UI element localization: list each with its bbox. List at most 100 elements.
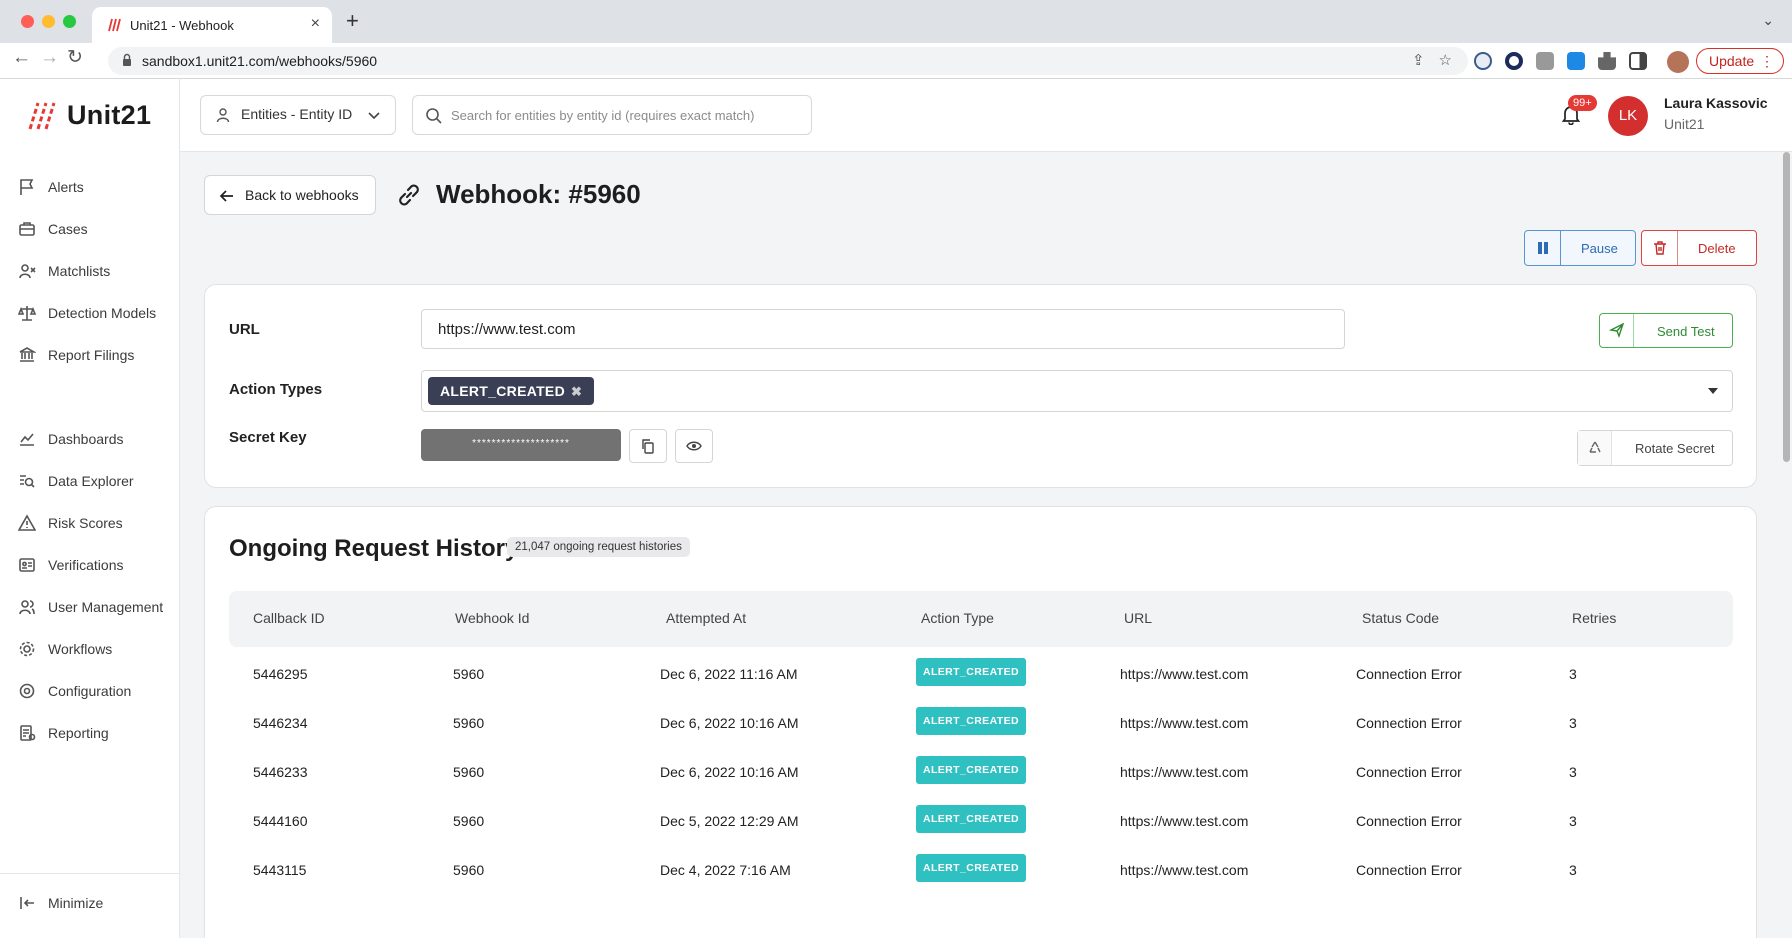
column-header[interactable]: Action Type	[921, 610, 994, 626]
table-row[interactable]: 5446233 5960 Dec 6, 2022 10:16 AM ALERT_…	[229, 745, 1733, 801]
extension-2-icon[interactable]	[1505, 52, 1523, 70]
entity-type-select[interactable]: Entities - Entity ID	[200, 95, 396, 135]
browser-tab[interactable]: Unit21 - Webhook ×	[92, 7, 332, 43]
sidebar-item-risk-scores[interactable]: Risk Scores	[18, 511, 123, 535]
url-field-label: URL	[229, 321, 260, 338]
window-zoom-button[interactable]	[63, 15, 76, 28]
sidebar-item-detection-models[interactable]: Detection Models	[18, 301, 156, 325]
workflow-gear-icon	[19, 641, 35, 657]
send-test-button[interactable]: Send Test	[1599, 313, 1733, 348]
collapse-left-icon	[20, 897, 34, 909]
url-cell: https://www.test.com	[1120, 813, 1249, 829]
sidebar-item-label: User Management	[48, 599, 164, 615]
pause-icon	[1538, 242, 1548, 254]
webhook-id-cell: 5960	[453, 862, 485, 878]
table-row[interactable]: 5443115 5960 Dec 4, 2022 7:16 AM ALERT_C…	[229, 843, 1733, 899]
sidebar-item-reporting[interactable]: Reporting	[18, 721, 109, 745]
column-header[interactable]: Webhook Id	[455, 610, 529, 626]
user-org: Unit21	[1664, 116, 1705, 132]
address-bar[interactable]: sandbox1.unit21.com/webhooks/5960 ⇪ ☆	[108, 47, 1468, 75]
bookmark-star-icon[interactable]: ☆	[1439, 51, 1452, 69]
window-minimize-button[interactable]	[42, 15, 55, 28]
sidebar-item-dashboards[interactable]: Dashboards	[18, 427, 124, 451]
back-to-webhooks-button[interactable]: Back to webhooks	[204, 175, 376, 215]
send-test-label: Send Test	[1657, 324, 1715, 339]
unit21-favicon-icon	[108, 18, 121, 32]
window-close-button[interactable]	[21, 15, 34, 28]
table-row[interactable]: 5446234 5960 Dec 6, 2022 10:16 AM ALERT_…	[229, 696, 1733, 752]
sidebar-item-label: Detection Models	[48, 305, 157, 321]
sidebar-item-configuration[interactable]: Configuration	[18, 679, 131, 703]
unit21-logo[interactable]: Unit21	[27, 99, 151, 131]
chip-remove-icon[interactable]: ✖	[571, 384, 582, 399]
chart-line-icon	[20, 433, 34, 446]
user-avatar[interactable]: LK	[1608, 96, 1648, 136]
sidebar-item-matchlists[interactable]: Matchlists	[18, 259, 110, 283]
action-type-chip: ALERT_CREATED ✖	[428, 377, 595, 405]
sidebar-item-label: Report Filings	[48, 347, 135, 363]
tab-title: Unit21 - Webhook	[130, 18, 234, 33]
search-icon	[426, 108, 442, 124]
flag-icon	[20, 179, 34, 195]
page-scrollbar[interactable]	[1780, 152, 1792, 938]
rotate-secret-button[interactable]: Rotate Secret	[1577, 430, 1733, 466]
browser-update-button[interactable]: Update ⋮	[1696, 48, 1784, 74]
copy-secret-button[interactable]	[629, 429, 667, 463]
sidebar-divider	[0, 873, 180, 874]
sidebar-item-report-filings[interactable]: Report Filings	[18, 343, 134, 367]
webhook-id-cell: 5960	[453, 813, 485, 829]
caret-down-icon[interactable]	[1708, 388, 1718, 394]
column-header[interactable]: Status Code	[1362, 610, 1439, 626]
notification-count-badge: 99+	[1568, 95, 1597, 111]
request-history-card: Ongoing Request History 21,047 ongoing r…	[204, 506, 1757, 938]
reload-icon[interactable]: ↻	[67, 48, 83, 67]
download-extension-icon[interactable]	[1567, 52, 1585, 70]
browser-profile-avatar[interactable]	[1667, 51, 1689, 73]
table-row[interactable]: 5444160 5960 Dec 5, 2022 12:29 AM ALERT_…	[229, 794, 1733, 850]
status-code-cell: Connection Error	[1356, 715, 1462, 731]
entity-search-input[interactable]	[451, 104, 801, 126]
tab-close-icon[interactable]: ×	[311, 15, 320, 33]
sidebar-item-user-management[interactable]: User Management	[18, 595, 163, 619]
action-type-badge: ALERT_CREATED	[916, 707, 1026, 735]
pause-button[interactable]: Pause	[1524, 230, 1636, 266]
retries-cell: 3	[1569, 813, 1577, 829]
url-cell: https://www.test.com	[1120, 715, 1249, 731]
callback-id-cell: 5446233	[253, 764, 308, 780]
status-code-cell: Connection Error	[1356, 813, 1462, 829]
new-tab-icon[interactable]: +	[346, 10, 359, 32]
column-header[interactable]: Attempted At	[666, 610, 746, 626]
extension-1-icon[interactable]	[1474, 52, 1492, 70]
webhook-config-card: URL https://www.test.com Send Test Actio…	[204, 284, 1757, 488]
extensions-puzzle-icon[interactable]	[1598, 52, 1616, 70]
sidebar-minimize-button[interactable]: Minimize	[18, 891, 103, 915]
sidebar-item-cases[interactable]: Cases	[18, 217, 88, 241]
column-header[interactable]: Retries	[1572, 610, 1616, 626]
sidebar-item-verifications[interactable]: Verifications	[18, 553, 123, 577]
share-icon[interactable]: ⇪	[1412, 51, 1425, 69]
table-row[interactable]: 5446295 5960 Dec 6, 2022 11:16 AM ALERT_…	[229, 647, 1733, 703]
column-header[interactable]: Callback ID	[253, 610, 325, 626]
callback-id-cell: 5446234	[253, 715, 308, 731]
reveal-secret-button[interactable]	[675, 429, 713, 463]
url-cell: https://www.test.com	[1120, 862, 1249, 878]
extension-3-icon[interactable]	[1536, 52, 1554, 70]
retries-cell: 3	[1569, 764, 1577, 780]
sidebar-item-alerts[interactable]: Alerts	[18, 175, 84, 199]
forward-arrow-icon[interactable]: →	[40, 48, 59, 67]
retries-cell: 3	[1569, 862, 1577, 878]
url-field[interactable]: https://www.test.com	[421, 309, 1345, 349]
sidebar-item-data-explorer[interactable]: Data Explorer	[18, 469, 134, 493]
tab-search-chevron-icon[interactable]: ⌄	[1762, 12, 1774, 29]
delete-button[interactable]: Delete	[1641, 230, 1757, 266]
sidebar-item-workflows[interactable]: Workflows	[18, 637, 112, 661]
delete-label: Delete	[1698, 241, 1736, 256]
column-header[interactable]: URL	[1124, 610, 1152, 626]
back-arrow-icon[interactable]: ←	[12, 48, 31, 67]
scrollbar-thumb[interactable]	[1783, 152, 1790, 462]
status-code-cell: Connection Error	[1356, 764, 1462, 780]
side-panel-icon[interactable]	[1629, 52, 1647, 70]
retries-cell: 3	[1569, 666, 1577, 682]
user-icon	[216, 108, 230, 123]
action-types-select[interactable]: ALERT_CREATED ✖	[421, 370, 1733, 412]
